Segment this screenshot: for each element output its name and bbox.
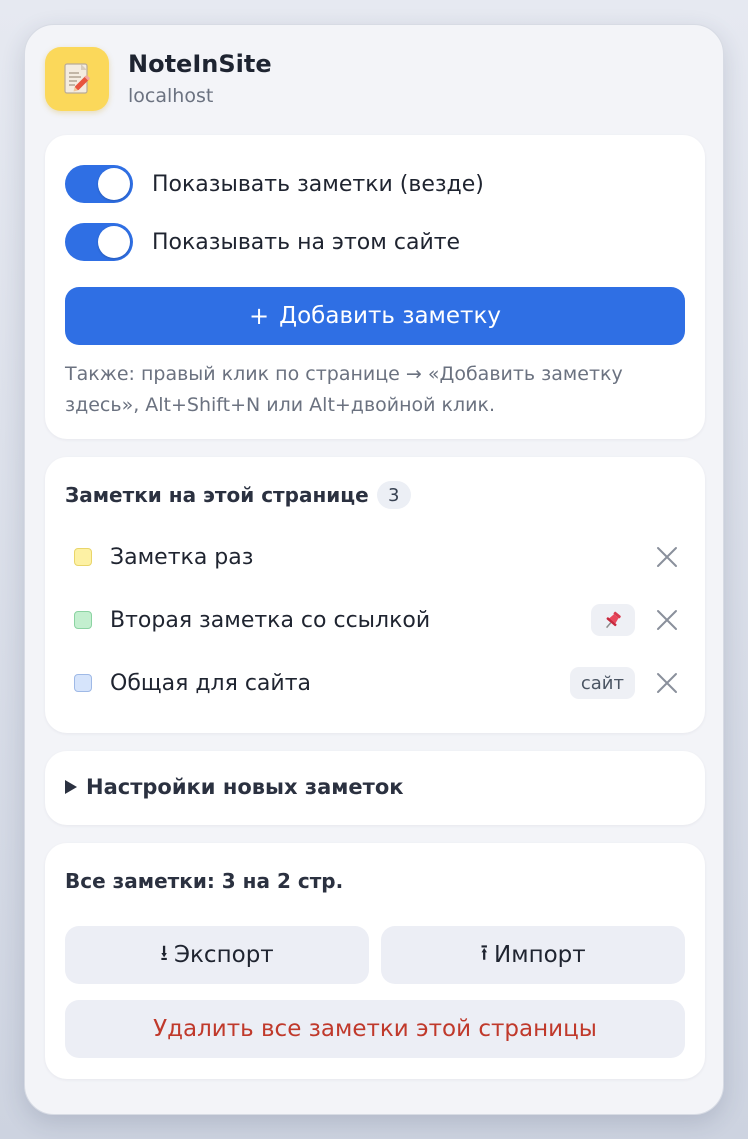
note-text[interactable]: Общая для сайта xyxy=(110,671,570,696)
toggle-knob xyxy=(98,226,130,258)
toggle-row-everywhere[interactable]: Показывать заметки (везде) xyxy=(65,165,484,203)
upload-icon: ⭱ xyxy=(480,941,489,966)
add-note-button[interactable]: + Добавить заметку xyxy=(65,287,685,345)
plus-icon: + xyxy=(249,302,270,330)
pin-icon xyxy=(591,604,635,636)
note-text[interactable]: Заметка раз xyxy=(110,545,649,570)
extension-popup: NoteInSite localhost Показывать заметки … xyxy=(24,24,724,1115)
show-on-site-toggle[interactable] xyxy=(65,223,133,261)
notes-count-badge: 3 xyxy=(376,481,411,509)
settings-card[interactable]: Настройки новых заметок xyxy=(45,751,705,825)
notes-section-title: Заметки на этой странице 3 xyxy=(65,481,411,509)
delete-note-icon[interactable] xyxy=(649,539,685,575)
controls-card: Показывать заметки (везде) Показывать на… xyxy=(45,135,705,439)
import-label: Импорт xyxy=(494,942,586,968)
download-icon: ⭳ xyxy=(160,941,168,966)
toggle-knob xyxy=(98,168,130,200)
show-everywhere-label: Показывать заметки (везде) xyxy=(152,171,484,197)
disclosure-triangle-icon xyxy=(65,780,77,794)
import-button[interactable]: ⭱ Импорт xyxy=(381,926,685,984)
bulk-actions-card: Все заметки: 3 на 2 стр. ⭳ Экспорт ⭱ Имп… xyxy=(45,843,705,1079)
note-item[interactable]: Заметка раз xyxy=(65,535,685,579)
note-color-swatch xyxy=(74,611,92,629)
notepad-logo-icon xyxy=(45,47,109,111)
note-color-swatch xyxy=(74,674,92,692)
note-item[interactable]: Общая для сайта сайт xyxy=(65,661,685,705)
app-title: NoteInSite xyxy=(128,50,272,78)
settings-label: Настройки новых заметок xyxy=(86,775,404,799)
note-color-swatch xyxy=(74,548,92,566)
export-label: Экспорт xyxy=(173,942,274,968)
notes-card: Заметки на этой странице 3 Заметка раз В… xyxy=(45,457,705,733)
note-text[interactable]: Вторая заметка со ссылкой xyxy=(110,608,591,633)
settings-disclosure[interactable]: Настройки новых заметок xyxy=(65,775,404,799)
toggle-row-this-site[interactable]: Показывать на этом сайте xyxy=(65,223,460,261)
popup-header: NoteInSite localhost xyxy=(45,47,272,111)
show-everywhere-toggle[interactable] xyxy=(65,165,133,203)
delete-note-icon[interactable] xyxy=(649,665,685,701)
delete-all-notes-button[interactable]: Удалить все заметки этой страницы xyxy=(65,1000,685,1058)
delete-note-icon[interactable] xyxy=(649,602,685,638)
show-on-site-label: Показывать на этом сайте xyxy=(152,229,461,255)
note-item[interactable]: Вторая заметка со ссылкой xyxy=(65,598,685,642)
shortcut-hint: Также: правый клик по странице → «Добави… xyxy=(65,363,623,416)
add-note-label: Добавить заметку xyxy=(279,303,501,329)
total-notes-text: Все заметки: 3 на 2 стр. xyxy=(65,869,344,893)
site-scope-badge: сайт xyxy=(569,667,635,699)
export-button[interactable]: ⭳ Экспорт xyxy=(65,926,369,984)
site-host: localhost xyxy=(128,85,214,107)
notes-title-text: Заметки на этой странице xyxy=(65,483,369,507)
